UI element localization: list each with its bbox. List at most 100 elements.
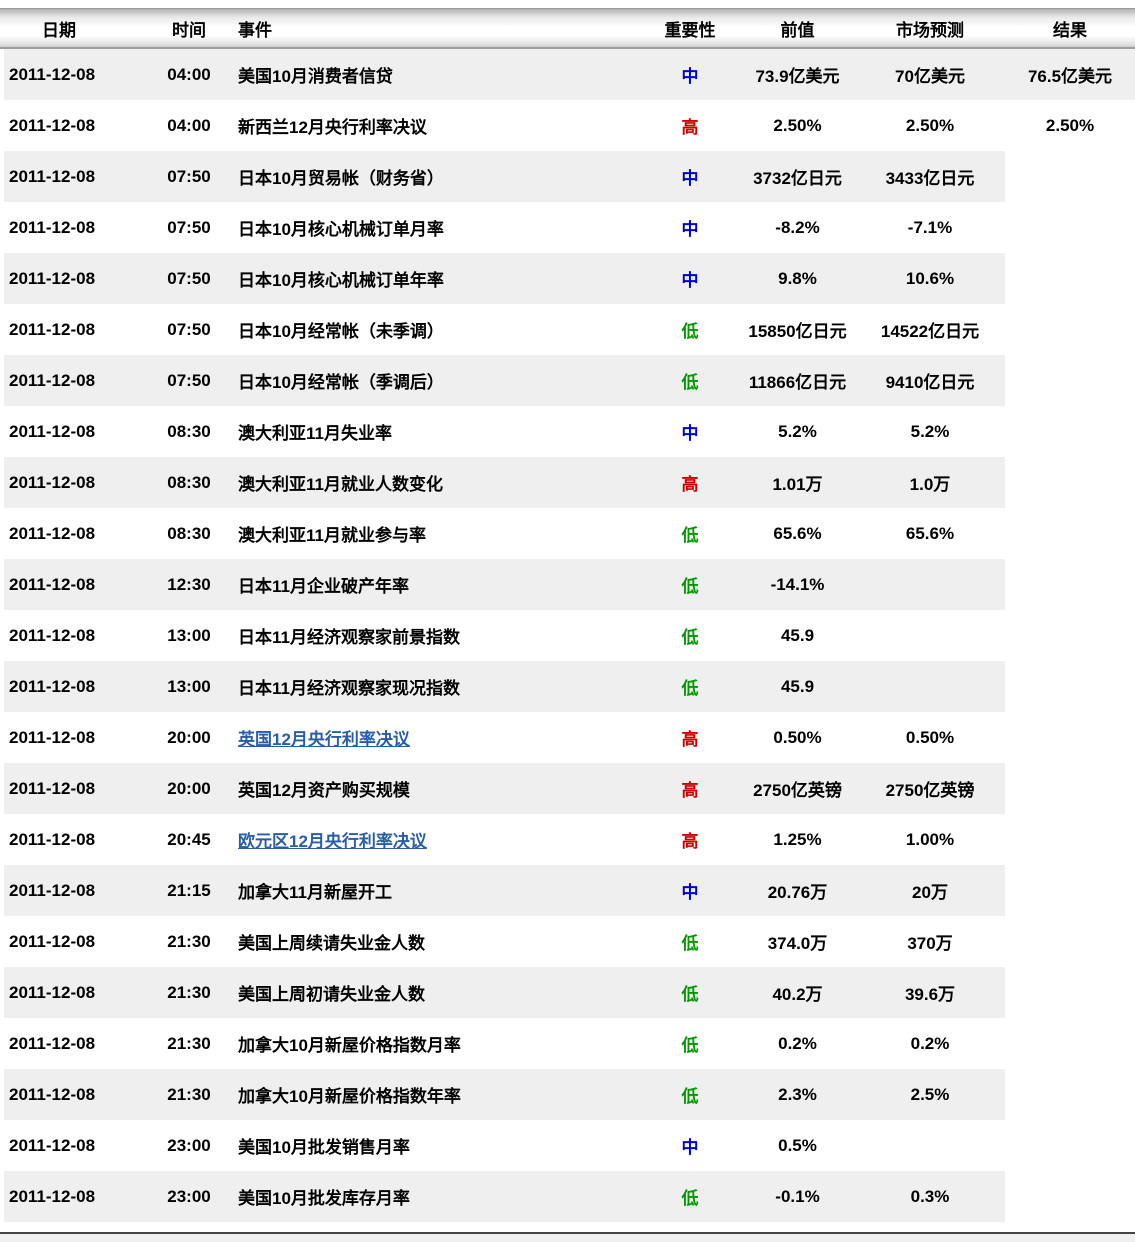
event-link[interactable]: 英国12月央行利率决议 — [238, 725, 410, 750]
cell-importance: 低 — [640, 559, 740, 610]
cell-importance: 高 — [681, 832, 699, 851]
cell-importance: 低 — [681, 934, 699, 953]
cell-forecast: 0.3% — [855, 1171, 1005, 1222]
event-label: 日本10月核心机械订单月率 — [238, 220, 444, 239]
event-label: 澳大利亚11月就业参与率 — [238, 526, 426, 545]
cell-event: 澳大利亚11月就业参与率 — [228, 508, 640, 559]
cell-forecast: 5.2% — [910, 421, 950, 441]
cell-result — [1005, 304, 1135, 355]
column-header-event: 事件 — [238, 20, 272, 40]
cell-importance: 高 — [640, 457, 740, 508]
cell-date: 2011-12-08 — [0, 355, 150, 406]
cell-forecast: 14522亿日元 — [880, 322, 980, 341]
cell-result — [1005, 1069, 1135, 1120]
cell-result — [1005, 406, 1135, 457]
cell-forecast: 70亿美元 — [855, 49, 1005, 100]
cell-result — [1005, 151, 1135, 202]
event-label: 日本11月经济观察家现况指数 — [238, 679, 460, 698]
cell-event: 英国12月央行利率决议 — [228, 712, 640, 763]
cell-importance: 低 — [640, 355, 740, 406]
cell-importance: 高 — [681, 730, 699, 749]
cell-date: 2011-12-08 — [0, 49, 150, 100]
table-row: 2011-12-08 07:50 日本10月经常帐（未季调） 低 15850亿日元 145… — [0, 304, 1135, 355]
table-row: 2011-12-08 04:00 新西兰12月央行利率决议 高 2.50% 2.50% 2.… — [0, 100, 1135, 151]
cell-importance: 低 — [681, 322, 699, 341]
cell-date: 2011-12-08 — [9, 523, 96, 543]
column-header-importance: 重要性 — [664, 20, 716, 40]
cell-previous: 1.25% — [773, 829, 822, 849]
event-label: 日本10月经常帐（季调后） — [238, 373, 444, 392]
cell-time: 23:00 — [167, 1135, 211, 1155]
table-row: 2011-12-08 07:50 日本10月核心机械订单年率 中 9.8% 10.6% — [0, 253, 1135, 304]
cell-forecast: 1.00% — [905, 829, 955, 849]
event-label: 日本11月企业破产年率 — [238, 577, 409, 596]
cell-date: 2011-12-08 — [9, 217, 96, 237]
cell-forecast: 2750亿英镑 — [855, 763, 1005, 814]
cell-previous: 45.9 — [740, 661, 855, 712]
cell-forecast — [855, 559, 1005, 610]
table-row: 2011-12-08 08:30 澳大利亚11月失业率 中 5.2% 5.2% — [0, 406, 1135, 457]
cell-previous: 1.01万 — [740, 457, 855, 508]
cell-result — [1005, 253, 1135, 304]
cell-date: 2011-12-08 — [0, 559, 150, 610]
cell-date: 2011-12-08 — [9, 1033, 96, 1053]
column-header-time: 时间 — [172, 20, 206, 40]
cell-result — [1005, 202, 1135, 253]
cell-date: 2011-12-08 — [0, 763, 150, 814]
event-label: 新西兰12月央行利率决议 — [238, 118, 427, 137]
cell-date: 2011-12-08 — [0, 1171, 150, 1222]
cell-result — [1005, 712, 1135, 763]
cell-importance: 中 — [640, 865, 740, 916]
event-label: 英国12月资产购买规模 — [238, 781, 410, 800]
cell-previous: 20.76万 — [740, 865, 855, 916]
cell-result: 76.5亿美元 — [1005, 49, 1135, 100]
cell-event: 美国10月消费者信贷 — [228, 49, 640, 100]
cell-event: 日本11月经济观察家前景指数 — [228, 610, 640, 661]
table-row: 2011-12-08 07:50 日本10月核心机械订单月率 中 -8.2% -7.1% — [0, 202, 1135, 253]
cell-forecast: 39.6万 — [855, 967, 1005, 1018]
cell-forecast — [855, 661, 1005, 712]
cell-result — [1005, 1120, 1135, 1171]
cell-importance: 高 — [640, 763, 740, 814]
cell-time: 21:30 — [167, 931, 211, 951]
cell-time: 07:50 — [167, 319, 211, 339]
column-header-forecast: 市场预测 — [896, 20, 964, 40]
cell-importance: 中 — [681, 220, 699, 239]
cell-date: 2011-12-08 — [9, 319, 96, 339]
cell-previous: 15850亿日元 — [748, 322, 847, 341]
cell-forecast: 9410亿日元 — [855, 355, 1005, 406]
cell-event: 加拿大10月新屋价格指数年率 — [228, 1069, 640, 1120]
cell-result — [1005, 814, 1135, 865]
event-link[interactable]: 欧元区12月央行利率决议 — [238, 827, 427, 852]
top-gap — [0, 0, 1135, 8]
cell-date: 2011-12-08 — [0, 661, 150, 712]
event-label: 美国上周初请失业金人数 — [238, 985, 425, 1004]
event-label: 澳大利亚11月就业人数变化 — [238, 475, 443, 494]
cell-previous: 11866亿日元 — [740, 355, 855, 406]
cell-time: 21:30 — [167, 1033, 211, 1053]
table-row: 2011-12-08 21:30 加拿大10月新屋价格指数月率 低 0.2% 0.2% — [0, 1018, 1135, 1069]
cell-forecast: 370万 — [907, 934, 953, 953]
cell-event: 日本10月贸易帐（财务省） — [228, 151, 640, 202]
cell-importance: 高 — [681, 118, 699, 137]
cell-previous: 0.2% — [778, 1033, 817, 1053]
cell-date: 2011-12-08 — [9, 1135, 96, 1155]
cell-date: 2011-12-08 — [0, 1069, 150, 1120]
cell-date: 2011-12-08 — [9, 931, 96, 951]
cell-previous: 374.0万 — [767, 934, 828, 953]
table-row: 2011-12-08 21:30 美国上周初请失业金人数 低 40.2万 39.6万 — [0, 967, 1135, 1018]
cell-event: 美国上周初请失业金人数 — [228, 967, 640, 1018]
cell-importance: 低 — [640, 967, 740, 1018]
cell-time: 08:30 — [167, 421, 211, 441]
cell-time: 21:30 — [150, 1069, 228, 1120]
cell-time: 13:00 — [150, 661, 228, 712]
table-row: 2011-12-08 20:45 欧元区12月央行利率决议 高 1.25% 1.00% — [0, 814, 1135, 865]
cell-date: 2011-12-08 — [9, 115, 96, 135]
cell-forecast: -7.1% — [907, 217, 953, 237]
table-row: 2011-12-08 12:30 日本11月企业破产年率 低 -14.1% — [0, 559, 1135, 610]
cell-result — [1005, 508, 1135, 559]
cell-forecast: 10.6% — [855, 253, 1005, 304]
footer-gap — [0, 1222, 1135, 1232]
cell-previous: -0.1% — [740, 1171, 855, 1222]
table-row: 2011-12-08 23:00 美国10月批发销售月率 中 0.5% — [0, 1120, 1135, 1171]
